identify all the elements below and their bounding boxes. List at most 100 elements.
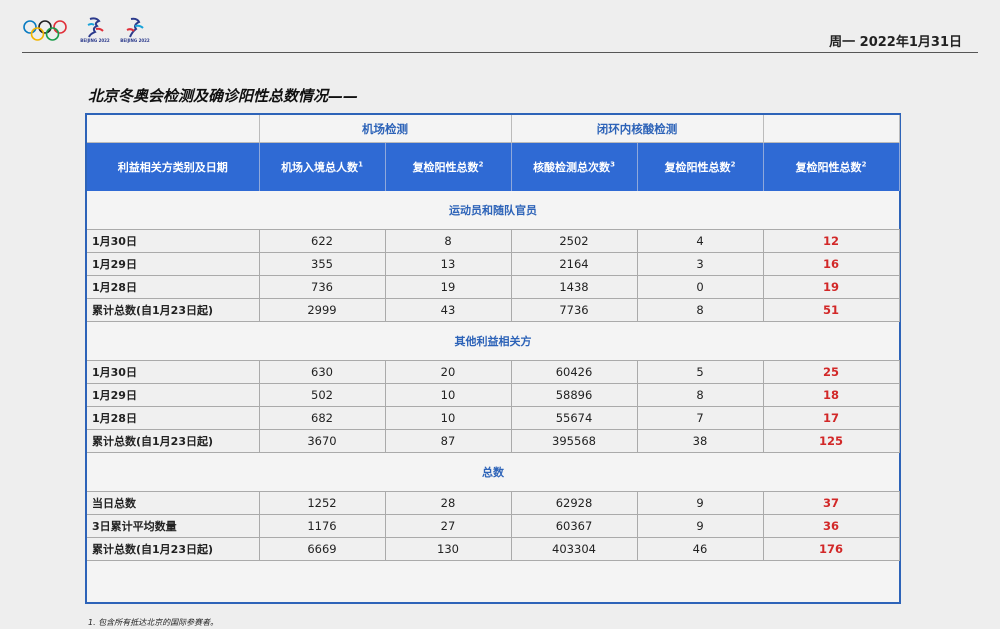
column-header-row: 利益相关方类别及日期 机场入境总人数1 复检阳性总数2 核酸检测总次数3 复检阳性总数2…	[87, 142, 900, 191]
row-label: 1月30日	[87, 229, 260, 253]
column-header-label: 复检阳性总数	[412, 161, 479, 174]
table-cell: 9	[637, 514, 764, 538]
olympic-rings-icon	[23, 20, 67, 41]
table-cell: 5	[637, 360, 764, 384]
section-header-row: 总数	[87, 453, 899, 492]
table-cell: 7736	[511, 298, 638, 322]
footnote-marker: 2	[730, 160, 736, 169]
table-cell: 8	[637, 383, 764, 407]
table-cell: 38	[637, 429, 764, 453]
row-label: 累计总数(自1月23日起)	[87, 537, 260, 561]
table-cell: 1252	[259, 491, 386, 515]
table-cell: 2999	[259, 298, 386, 322]
table-cell: 1438	[511, 275, 638, 299]
statistics-table-frame: 机场检测 闭环内核酸检测 利益相关方类别及日期 机场入境总人数1 复检阳性总数2 核酸…	[85, 113, 901, 604]
row-label: 1月29日	[87, 252, 260, 276]
table-cell: 62928	[511, 491, 638, 515]
header-divider	[22, 52, 978, 53]
table-cell: 19	[763, 275, 900, 299]
table-cell: 736	[259, 275, 386, 299]
emblem-label: BEIJING 2022	[120, 38, 150, 43]
table-cell: 55674	[511, 406, 638, 430]
row-label: 累计总数(自1月23日起)	[87, 298, 260, 322]
table-row: 1月29日 502 10 58896 8 18	[87, 383, 900, 407]
table-cell: 46	[637, 537, 764, 561]
table-cell: 0	[637, 275, 764, 299]
table-cell: 2502	[511, 229, 638, 253]
column-header: 机场入境总人数1	[259, 142, 386, 191]
table-row: 3日累计平均数量 1176 27 60367 9 36	[87, 514, 900, 538]
row-label: 1月28日	[87, 275, 260, 299]
table-cell: 12	[763, 229, 900, 253]
table-cell: 87	[385, 429, 512, 453]
column-header: 利益相关方类别及日期	[87, 142, 260, 191]
table-cell: 28	[385, 491, 512, 515]
logo-group: BEIJING 2022 BEIJING 2022	[22, 16, 150, 46]
table-cell: 8	[385, 229, 512, 253]
table-cell: 1176	[259, 514, 386, 538]
table-row: 累计总数(自1月23日起) 3670 87 395568 38 125	[87, 429, 900, 453]
table-cell: 19	[385, 275, 512, 299]
table-cell: 6669	[259, 537, 386, 561]
group-header-empty	[87, 115, 260, 143]
table-cell: 17	[763, 406, 900, 430]
table-cell: 3670	[259, 429, 386, 453]
section-title: 运动员和随队官员	[449, 204, 537, 217]
table-cell: 36	[763, 514, 900, 538]
table-cell: 2164	[511, 252, 638, 276]
table-cell: 16	[763, 252, 900, 276]
table-cell: 622	[259, 229, 386, 253]
table-cell: 25	[763, 360, 900, 384]
footnote-marker: 2	[478, 160, 484, 169]
page-title: 北京冬奥会检测及确诊阳性总数情况——	[88, 87, 359, 105]
group-header-row: 机场检测 闭环内核酸检测	[87, 115, 900, 143]
row-label: 累计总数(自1月23日起)	[87, 429, 260, 453]
table-cell: 60367	[511, 514, 638, 538]
table-row: 当日总数 1252 28 62928 9 37	[87, 491, 900, 515]
date-label: 周一 2022年1月31日	[829, 35, 962, 50]
row-label: 1月30日	[87, 360, 260, 384]
column-header: 复检阳性总数2	[385, 142, 512, 191]
table-cell: 682	[259, 406, 386, 430]
olympic-emblem-icon	[87, 17, 104, 38]
table-row: 累计总数(自1月23日起) 6669 130 403304 46 176	[87, 537, 900, 561]
table-cell: 395568	[511, 429, 638, 453]
footnote-marker: 3	[610, 160, 615, 169]
group-header-empty	[763, 115, 900, 143]
table-cell: 8	[637, 298, 764, 322]
footnote: 1. 包含所有抵达北京的国际参赛者。	[88, 618, 219, 627]
section-title: 其他利益相关方	[454, 335, 532, 348]
section-header-row: 运动员和随队官员	[87, 191, 899, 230]
table-cell: 130	[385, 537, 512, 561]
table-cell: 58896	[511, 383, 638, 407]
row-label: 3日累计平均数量	[87, 514, 260, 538]
row-label: 1月29日	[87, 383, 260, 407]
table-row: 累计总数(自1月23日起) 2999 43 7736 8 51	[87, 298, 900, 322]
footnote-marker: 1	[358, 160, 363, 169]
row-label: 当日总数	[87, 491, 260, 515]
footnote-marker: 2	[861, 160, 867, 169]
table-cell: 9	[637, 491, 764, 515]
beijing-2022-olympic-emblem: BEIJING 2022	[80, 16, 110, 46]
table-cell: 3	[637, 252, 764, 276]
table-cell: 27	[385, 514, 512, 538]
table-row: 1月28日 682 10 55674 7 17	[87, 406, 900, 430]
table-cell: 43	[385, 298, 512, 322]
table-cell: 355	[259, 252, 386, 276]
paralympic-emblem-icon	[126, 17, 144, 38]
section-title: 总数	[482, 466, 504, 479]
column-header-label: 利益相关方类别及日期	[117, 161, 228, 174]
table-cell: 51	[763, 298, 900, 322]
column-header-label: 机场入境总人数	[281, 161, 359, 174]
table-cell: 10	[385, 383, 512, 407]
table-cell: 630	[259, 360, 386, 384]
table-cell: 20	[385, 360, 512, 384]
column-header: 复检阳性总数2	[637, 142, 764, 191]
table-row: 1月30日 622 8 2502 4 12	[87, 229, 900, 253]
table-cell: 7	[637, 406, 764, 430]
table-cell: 60426	[511, 360, 638, 384]
column-header-label: 核酸检测总次数	[533, 161, 611, 174]
column-header: 复检阳性总数2	[763, 142, 900, 191]
column-header: 核酸检测总次数3	[511, 142, 638, 191]
section-header-row: 其他利益相关方	[87, 322, 899, 361]
